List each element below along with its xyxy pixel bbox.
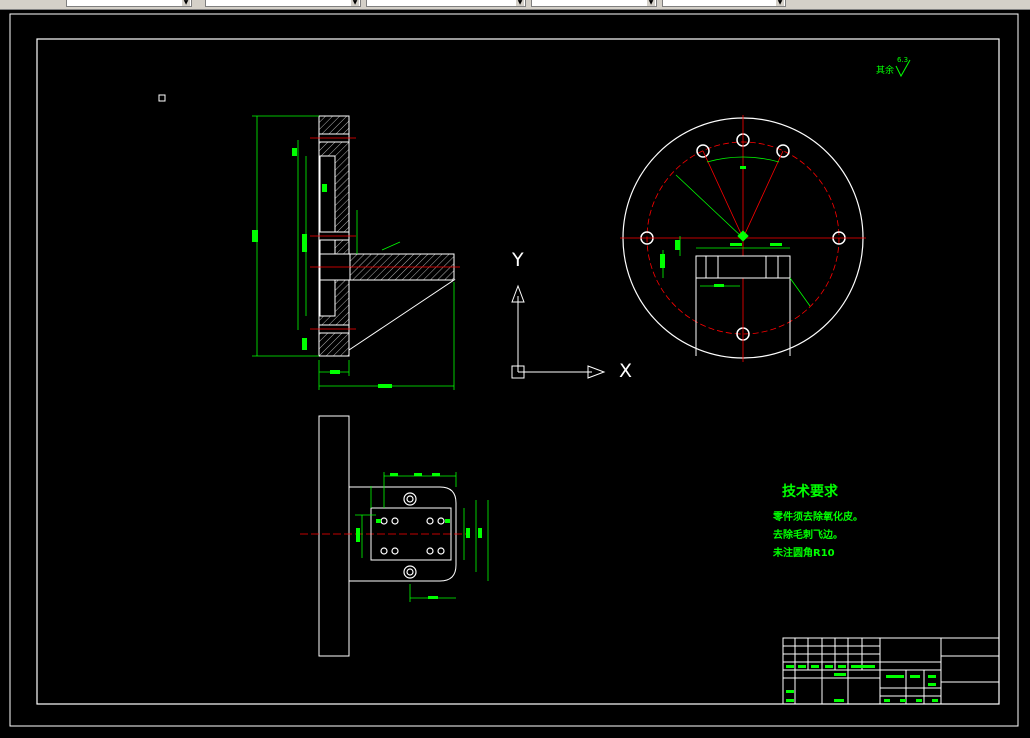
tech-requirement-item: 去除毛刺飞边。 [773, 530, 843, 541]
surface-finish-note: 其余 [876, 66, 895, 76]
chevron-down-icon[interactable]: ▼ [351, 0, 359, 6]
color-dropdown[interactable]: ▼ [205, 0, 361, 7]
chevron-down-icon[interactable]: ▼ [182, 0, 190, 6]
lineweight-dropdown[interactable]: ▼ [531, 0, 657, 7]
layer-dropdown[interactable]: ▼ [66, 0, 192, 7]
chevron-down-icon[interactable]: ▼ [647, 0, 655, 6]
surface-finish-value: 6.3 [897, 56, 909, 64]
front-view [300, 415, 489, 657]
tech-requirements-title: 技术要求 [782, 484, 838, 500]
pickbox-marker [158, 94, 166, 102]
ucs-x-label: X [619, 360, 633, 382]
sheet-outer-border [9, 13, 1019, 727]
cad-drawing [9, 13, 1019, 727]
ucs-icon [511, 284, 606, 379]
flange-top-view [620, 115, 866, 362]
tech-requirement-item: 零件须去除氧化皮。 [773, 512, 863, 523]
chevron-down-icon[interactable]: ▼ [776, 0, 784, 6]
ucs-y-label: Y [512, 249, 524, 271]
linetype-dropdown[interactable]: ▼ [366, 0, 526, 7]
title-block [782, 637, 1000, 705]
drawing-viewport[interactable]: Y X 其余 6.3 技术要求 零件须去除氧化皮。 去除毛刺飞边。 未注圆角R1… [0, 10, 1030, 738]
toolbar: ▼ ▼ ▼ ▼ ▼ [0, 0, 1030, 10]
chevron-down-icon[interactable]: ▼ [516, 0, 524, 6]
tech-requirement-item: 未注圆角R10 [773, 548, 835, 559]
plotstyle-dropdown[interactable]: ▼ [662, 0, 786, 7]
side-section-view [252, 115, 460, 390]
